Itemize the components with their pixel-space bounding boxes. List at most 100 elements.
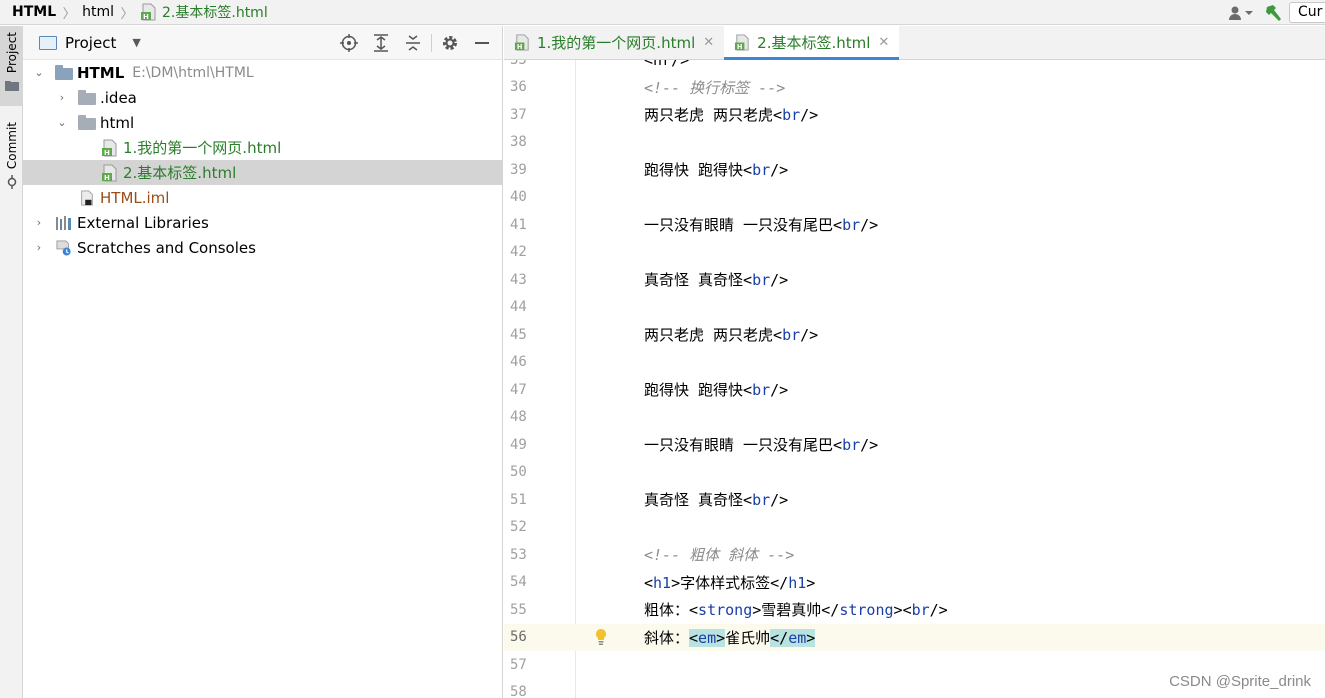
code-line[interactable]: 54 <h1>字体样式标签</h1> [504, 569, 1325, 597]
chevron-down-icon[interactable]: ⌄ [31, 60, 47, 85]
navbar-actions: Cur [1223, 0, 1325, 25]
line-number: 38 [510, 134, 527, 151]
hide-panel-button[interactable] [466, 26, 498, 60]
project-panel-title[interactable]: Project [65, 34, 116, 52]
tag-bracket: <hr/> [644, 60, 689, 69]
tree-item-scratches[interactable]: › Scratches and Consoles [23, 235, 502, 260]
select-opened-file-button[interactable] [333, 26, 365, 60]
breadcrumb-project[interactable]: HTML [0, 0, 56, 25]
code-line[interactable]: 55 粗体：<strong>雪碧真帅</strong><br/> [504, 596, 1325, 624]
line-number: 55 [510, 601, 527, 618]
breadcrumb-chevron-icon: 〉 [62, 6, 76, 22]
code-line[interactable]: 44 [504, 294, 1325, 322]
html-file-icon: H [102, 164, 117, 182]
crosshair-icon [340, 34, 358, 52]
tree-item-label: HTML [77, 63, 125, 82]
line-number: 56 [510, 629, 527, 646]
code-line-current[interactable]: 56 斜体：<em>雀氏帅</em> [504, 623, 1325, 651]
line-number: 39 [510, 161, 527, 178]
module-folder-icon [55, 65, 73, 80]
tree-item-idea-folder[interactable]: › .idea [23, 85, 502, 110]
code-line[interactable]: 38 [504, 129, 1325, 157]
code-line[interactable]: 37 两只老虎 两只老虎<br/> [504, 101, 1325, 129]
chevron-down-icon[interactable]: ▼ [132, 36, 140, 49]
close-icon[interactable]: ✕ [878, 35, 889, 50]
svg-text:H: H [104, 149, 110, 157]
run-configuration-select[interactable]: Cur [1289, 2, 1325, 23]
code-line[interactable]: 39 跑得快 跑得快<br/> [504, 156, 1325, 184]
line-number: 51 [510, 491, 527, 508]
editor-tabs: H 1.我的第一个网页.html ✕ H 2.基本标签.html ✕ [504, 26, 1325, 60]
code-line[interactable]: 35 <hr/> [504, 60, 1325, 74]
tree-item-label: External Libraries [77, 213, 209, 232]
code-line[interactable]: 53 <!-- 粗体 斜体 --> [504, 541, 1325, 569]
code-line[interactable]: 46 [504, 349, 1325, 377]
watermark: CSDN @Sprite_drink [1169, 673, 1311, 690]
folder-icon [4, 81, 19, 92]
code-line[interactable]: 42 [504, 239, 1325, 267]
html-file-icon: H [141, 3, 156, 21]
code-line[interactable]: 45 两只老虎 两只老虎<br/> [504, 321, 1325, 349]
code-line[interactable]: 36 <!-- 换行标签 --> [504, 74, 1325, 102]
code-text: 真奇怪 真奇怪<br/> [644, 271, 789, 290]
svg-text:H: H [143, 13, 149, 21]
tab-file-1[interactable]: H 1.我的第一个网页.html ✕ [504, 26, 724, 59]
code-text: 粗体：<strong>雪碧真帅</strong><br/> [644, 601, 948, 620]
tree-item-iml-file[interactable]: HTML.iml [23, 185, 502, 210]
chevron-right-icon[interactable]: › [54, 85, 70, 110]
tree-item-label: 1.我的第一个网页.html [123, 139, 282, 157]
toolbar-divider [431, 34, 432, 52]
commit-tool-tab[interactable]: Commit [0, 116, 23, 196]
tree-item-html-folder[interactable]: ⌄ html [23, 110, 502, 135]
tree-item-project-root[interactable]: ⌄ HTML E:\DM\html\HTML [23, 60, 502, 85]
code-line[interactable]: 41 一只没有眼睛 一只没有尾巴<br/> [504, 211, 1325, 239]
code-line[interactable]: 51 真奇怪 真奇怪<br/> [504, 486, 1325, 514]
code-editor[interactable]: 35 <hr/> 36 <!-- 换行标签 --> 37 两只老虎 两只老虎<b… [504, 60, 1325, 698]
tree-item-external-libraries[interactable]: › External Libraries [23, 210, 502, 235]
svg-text:H: H [517, 43, 523, 51]
project-tool-tab[interactable]: Project [0, 26, 23, 106]
code-line[interactable]: 47 跑得快 跑得快<br/> [504, 376, 1325, 404]
lightbulb-icon[interactable] [594, 628, 608, 646]
code-line[interactable]: 50 [504, 459, 1325, 487]
line-number: 43 [510, 271, 527, 288]
breadcrumb-file[interactable]: H 2.基本标签.html [140, 0, 268, 25]
close-icon[interactable]: ✕ [703, 35, 714, 50]
build-button[interactable] [1259, 0, 1289, 25]
chevron-right-icon[interactable]: › [31, 235, 47, 260]
collapse-all-button[interactable] [397, 26, 429, 60]
svg-text:H: H [104, 174, 110, 182]
line-number: 37 [510, 106, 527, 123]
user-menu-button[interactable] [1223, 0, 1259, 25]
code-text: 斜体：<em>雀氏帅</em> [644, 628, 816, 647]
code-line[interactable]: 48 [504, 404, 1325, 432]
expand-all-button[interactable] [365, 26, 397, 60]
code-line[interactable]: 40 [504, 184, 1325, 212]
code-line[interactable]: 52 [504, 514, 1325, 542]
line-number: 40 [510, 189, 527, 206]
line-number: 36 [510, 79, 527, 96]
tab-file-2[interactable]: H 2.基本标签.html ✕ [724, 26, 900, 60]
code-line[interactable]: 49 一只没有眼睛 一只没有尾巴<br/> [504, 431, 1325, 459]
breadcrumb-folder[interactable]: html [82, 0, 114, 25]
html-file-icon: H [102, 139, 117, 157]
code-line[interactable]: 43 真奇怪 真奇怪<br/> [504, 266, 1325, 294]
html-file-icon: H [735, 34, 749, 51]
folder-icon [78, 90, 96, 105]
tool-window-stripe: Project Commit [0, 26, 23, 698]
commit-tool-label: Commit [4, 122, 19, 170]
chevron-down-icon[interactable]: ⌄ [54, 110, 70, 135]
tree-item-file-1[interactable]: H 1.我的第一个网页.html [23, 135, 502, 160]
panel-settings-button[interactable] [434, 26, 466, 60]
line-number: 53 [510, 546, 527, 563]
code-text: <h1>字体样式标签</h1> [644, 573, 816, 592]
project-tree: ⌄ HTML E:\DM\html\HTML › .idea ⌄ html H … [23, 60, 502, 260]
chevron-right-icon[interactable]: › [31, 210, 47, 235]
code-text: 跑得快 跑得快<br/> [644, 381, 789, 400]
project-tool-label: Project [4, 32, 19, 74]
code-text: 一只没有眼睛 一只没有尾巴<br/> [644, 216, 879, 235]
collapse-all-icon [406, 35, 420, 51]
line-number: 41 [510, 216, 527, 233]
tree-item-file-2[interactable]: H 2.基本标签.html [23, 160, 502, 185]
line-number: 49 [510, 436, 527, 453]
